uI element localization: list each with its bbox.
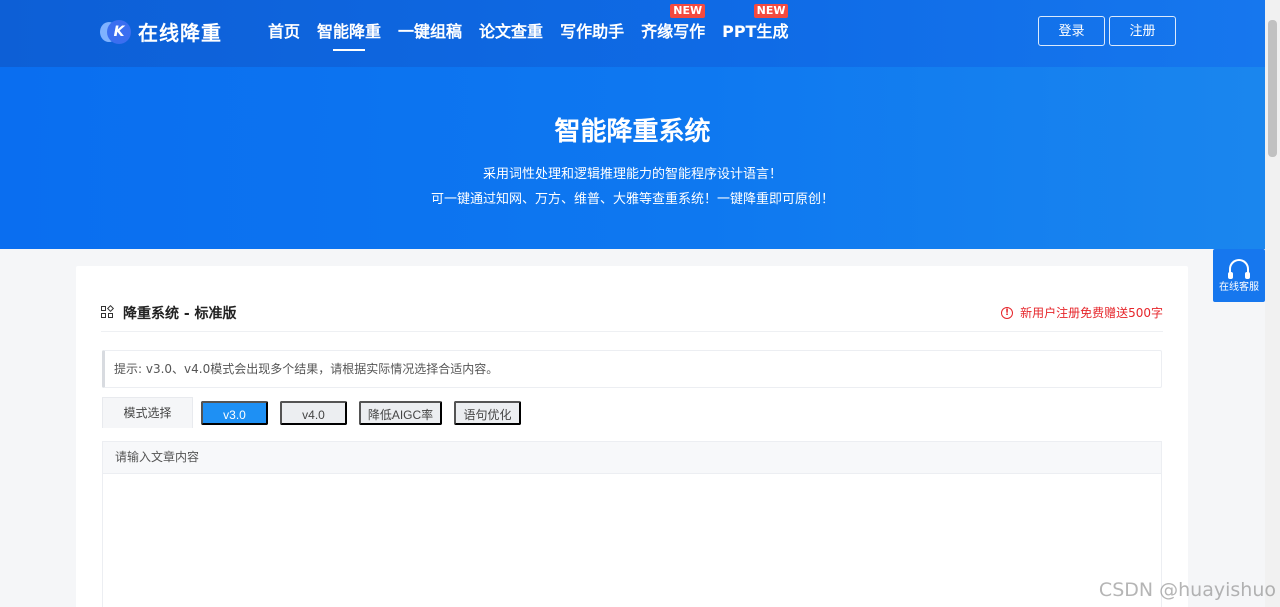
nav-qiyuan-writing[interactable]: 齐缘写作 NEW (641, 0, 706, 67)
nav-compose[interactable]: 一键组稿 (398, 0, 462, 67)
nav-smart-rewrite[interactable]: 智能降重 (317, 0, 381, 67)
mode-select-label: 模式选择 (102, 397, 193, 428)
article-editor[interactable]: 请输入文章内容 (102, 441, 1162, 607)
page-scrollbar[interactable] (1265, 0, 1280, 607)
mode-sentence-optimize-button[interactable]: 语句优化 (454, 401, 521, 425)
hero-line-1: 采用词性处理和逻辑推理能力的智能程序设计语言！ (482, 167, 782, 182)
service-label: 在线客服 (1219, 282, 1259, 293)
logo-icon: K (100, 19, 132, 45)
apps-icon (101, 304, 115, 320)
scrollbar-thumb[interactable] (1268, 20, 1277, 157)
card-title: 降重系统 - 标准版 (101, 303, 237, 323)
mode-v4-button[interactable]: v4.0 (280, 401, 347, 425)
brand-name: 在线降重 (138, 21, 222, 45)
nav-ppt-generate[interactable]: PPT生成 NEW (722, 0, 789, 67)
nav-writing-assistant[interactable]: 写作助手 (560, 0, 624, 67)
mode-reduce-aigc-button[interactable]: 降低AIGC率 (359, 401, 442, 425)
mode-v3-button[interactable]: v3.0 (201, 401, 268, 425)
nav-home[interactable]: 首页 (268, 0, 300, 67)
new-badge: NEW (753, 4, 789, 18)
rewrite-card: 降重系统 - 标准版 ! 新用户注册免费赠送500字 提示: v3.0、v4.0… (76, 266, 1188, 607)
top-header: K 在线降重 首页 智能降重 一键组稿 论文查重 写作助手 齐缘写作 NEW P… (0, 0, 1265, 67)
online-service-button[interactable]: 在线客服 (1213, 249, 1265, 302)
main-nav: 首页 智能降重 一键组稿 论文查重 写作助手 齐缘写作 NEW PPT生成 NE… (268, 0, 805, 67)
info-icon: ! (1001, 306, 1014, 319)
register-button[interactable]: 注册 (1109, 16, 1176, 46)
nav-plagiarism-check[interactable]: 论文查重 (479, 0, 543, 67)
watermark: CSDN @huayishuo (1098, 579, 1276, 601)
editor-placeholder: 请输入文章内容 (103, 442, 1161, 474)
card-header: 降重系统 - 标准版 ! 新用户注册免费赠送500字 (101, 296, 1163, 332)
promo-notice: ! 新用户注册免费赠送500字 (1001, 304, 1163, 321)
hero-line-2: 可一键通过知网、万方、维普、大雅等查重系统！一键降重即可原创！ (430, 192, 834, 207)
hero-title: 智能降重系统 (554, 117, 711, 147)
login-button[interactable]: 登录 (1038, 16, 1105, 46)
new-badge: NEW (670, 4, 706, 18)
headset-icon (1228, 259, 1250, 279)
tip-message: 提示: v3.0、v4.0模式会出现多个结果，请根据实际情况选择合适内容。 (102, 350, 1162, 388)
hero-banner: 智能降重系统 采用词性处理和逻辑推理能力的智能程序设计语言！ 可一键通过知网、万… (0, 67, 1265, 249)
site-logo[interactable]: K 在线降重 (100, 17, 222, 46)
